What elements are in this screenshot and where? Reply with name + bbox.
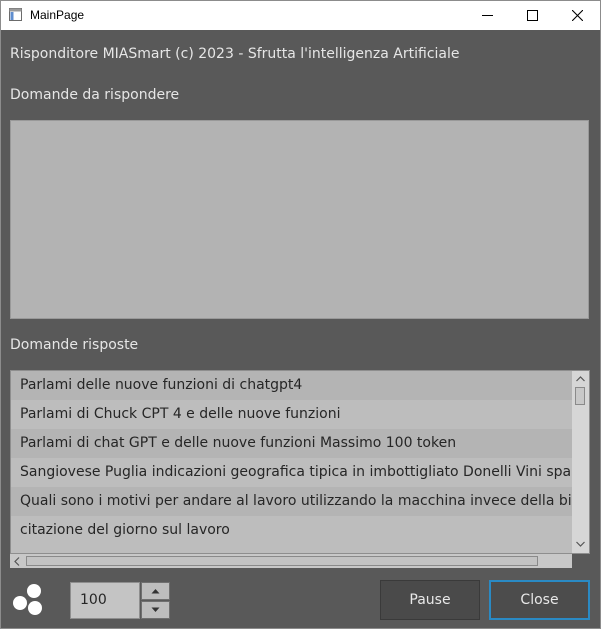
vertical-scroll-thumb[interactable] [575,387,585,405]
scroll-up-arrow-icon[interactable] [576,376,585,382]
maximize-icon [526,10,538,21]
pause-button[interactable]: Pause [380,580,480,620]
minimize-icon [481,15,493,16]
decrement-button[interactable] [141,601,170,619]
main-window: MainPage Risponditore MIASmart (c) 2023 … [0,0,601,629]
pending-questions-label: Domande da rispondere [10,87,180,103]
answered-questions-label: Domande risposte [10,337,139,353]
scroll-down-arrow-icon[interactable] [576,541,585,547]
list-item[interactable]: Sangiovese Puglia indicazioni geografica… [11,458,572,487]
loading-dots-icon [13,584,42,615]
arrow-up-icon [151,589,160,594]
content-area: Risponditore MIASmart (c) 2023 - Sfrutta… [1,30,600,628]
increment-button[interactable] [141,582,170,600]
scroll-left-arrow-icon[interactable] [14,557,20,566]
app-window-icon [9,8,22,21]
pending-questions-list[interactable] [10,120,589,319]
header-text: Risponditore MIASmart (c) 2023 - Sfrutta… [10,46,460,62]
vertical-scrollbar[interactable] [572,371,589,553]
window-title: MainPage [30,8,85,22]
list-item[interactable]: Parlami delle nuove funzioni di chatgpt4 [11,371,572,400]
minimize-button[interactable] [464,1,510,30]
token-count-field[interactable]: 100 [70,582,140,619]
close-button[interactable]: Close [489,580,590,620]
horizontal-scroll-thumb[interactable] [26,556,538,566]
list-item[interactable]: Parlami di chat GPT e delle nuove funzio… [11,429,572,458]
list-item[interactable]: Quali sono i motivi per andare al lavoro… [11,487,572,516]
list-item[interactable]: citazione del giorno sul lavoro [11,516,572,545]
close-icon [571,10,583,21]
answered-questions-list[interactable]: Parlami delle nuove funzioni di chatgpt4… [10,370,590,554]
maximize-button[interactable] [509,1,555,30]
close-window-button[interactable] [554,1,600,30]
list-item[interactable]: Parlami di Chuck CPT 4 e delle nuove fun… [11,400,572,429]
title-bar[interactable]: MainPage [1,1,600,30]
arrow-down-icon [151,607,160,612]
